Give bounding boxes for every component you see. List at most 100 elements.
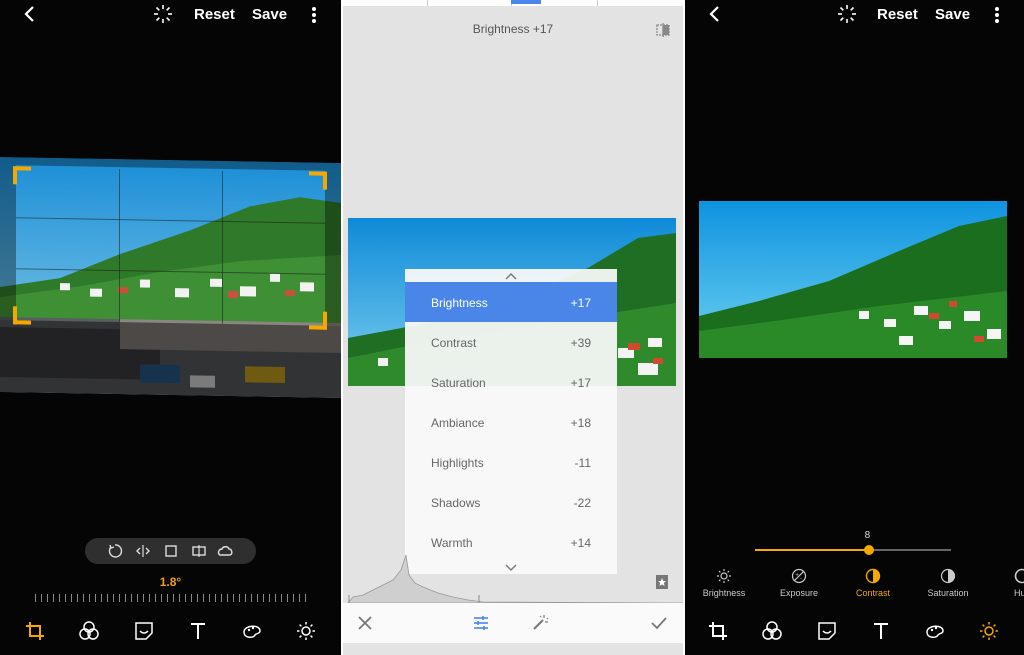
ruler-tick <box>167 594 168 602</box>
rotate-icon[interactable] <box>107 543 123 559</box>
save-button[interactable]: Save <box>935 6 970 23</box>
slider-thumb[interactable] <box>863 545 874 555</box>
photo-preview <box>699 201 1007 358</box>
adjust-icon[interactable] <box>978 620 1000 642</box>
auto-enhance-icon[interactable] <box>153 4 173 24</box>
adjust-option-hue[interactable]: Hu <box>988 568 1024 598</box>
adjustment-slider[interactable] <box>755 545 951 555</box>
sticker-icon[interactable] <box>133 620 155 642</box>
ruler-tick <box>305 594 306 602</box>
crop-overlay <box>325 170 341 326</box>
saturation-icon <box>940 568 956 584</box>
grid-line <box>119 169 120 323</box>
auto-enhance-icon[interactable] <box>837 4 857 24</box>
bottom-action-bar <box>343 603 683 643</box>
back-icon[interactable] <box>707 4 723 24</box>
adjust-option-contrast[interactable]: Contrast <box>838 568 908 598</box>
rotation-angle: 1.8° <box>159 575 182 589</box>
ruler-tick <box>293 594 294 602</box>
exposure-icon: +- <box>791 568 807 584</box>
reset-button[interactable]: Reset <box>877 6 918 23</box>
chevron-up-icon[interactable] <box>501 271 521 281</box>
crop-handle-top-right[interactable] <box>309 171 327 190</box>
bookmark-icon[interactable] <box>655 574 669 590</box>
close-icon[interactable] <box>356 614 374 632</box>
menu-item-label: Shadows <box>431 496 481 510</box>
menu-item-contrast[interactable]: Contrast +39 <box>405 322 617 362</box>
menu-item-label: Highlights <box>431 456 484 470</box>
adjust-screen: Reset Save 8 Brightness + - Exposure Cont… <box>685 0 1024 655</box>
photo-crop-area[interactable] <box>0 157 341 398</box>
crop-handle-bottom-left[interactable] <box>13 306 31 325</box>
ruler-tick <box>203 594 204 602</box>
histogram <box>347 554 683 604</box>
more-options-icon[interactable] <box>309 5 319 25</box>
more-options-icon[interactable] <box>992 5 1002 25</box>
menu-item-label: Saturation <box>431 376 486 390</box>
ruler-tick <box>83 594 84 602</box>
ruler-tick <box>251 594 252 602</box>
ruler-tick <box>197 594 198 602</box>
text-icon[interactable] <box>870 620 892 642</box>
filters-icon[interactable] <box>761 620 783 642</box>
crop-overlay <box>0 165 16 321</box>
ruler-tick <box>269 594 270 602</box>
crop-icon[interactable] <box>24 620 46 642</box>
tab-separator <box>427 0 428 6</box>
menu-item-value: +17 <box>570 296 591 310</box>
ruler-tick <box>59 594 60 602</box>
crop-handle-bottom-right[interactable] <box>309 311 327 330</box>
adjust-icon[interactable] <box>295 620 317 642</box>
ruler-tick <box>221 594 222 602</box>
menu-item-label: Ambiance <box>431 416 485 430</box>
menu-item-brightness[interactable]: Brightness +17 <box>405 282 617 322</box>
ruler-tick <box>173 594 174 602</box>
adjust-option-saturation[interactable]: Saturation <box>913 568 983 598</box>
tune-icon[interactable] <box>472 614 490 632</box>
adjustment-status: Brightness +17 <box>472 22 554 36</box>
menu-item-value: -22 <box>573 496 591 510</box>
lasso-icon[interactable] <box>217 543 233 559</box>
menu-item-ambiance[interactable]: Ambiance +18 <box>405 402 617 442</box>
ruler-tick <box>227 594 228 602</box>
tab-strip <box>343 0 683 6</box>
ruler-tick <box>107 594 108 602</box>
crop-screen: Reset Save 1.8° <box>0 0 341 655</box>
save-button[interactable]: Save <box>252 6 287 23</box>
adjust-option-label: Brightness <box>702 588 746 598</box>
compare-icon[interactable] <box>655 22 671 38</box>
crop-handle-top-left[interactable] <box>13 166 31 185</box>
filters-icon[interactable] <box>78 620 100 642</box>
menu-item-shadows[interactable]: Shadows -22 <box>405 482 617 522</box>
menu-item-value: +18 <box>570 416 591 430</box>
panel-footer <box>343 643 683 655</box>
check-icon[interactable] <box>650 614 668 632</box>
crop-tools <box>85 538 256 564</box>
ruler-tick <box>149 594 150 602</box>
ruler-tick <box>245 594 246 602</box>
sun-icon <box>717 569 731 583</box>
brush-icon[interactable] <box>241 620 263 642</box>
adjust-option-label: Contrast <box>855 588 890 598</box>
adjust-option-brightness[interactable]: Brightness <box>689 568 759 598</box>
ruler-tick <box>287 594 288 602</box>
brush-icon[interactable] <box>924 620 946 642</box>
rotation-ruler[interactable] <box>35 592 306 604</box>
menu-item-highlights[interactable]: Highlights -11 <box>405 442 617 482</box>
ruler-tick <box>137 594 138 602</box>
magic-wand-icon[interactable] <box>531 614 549 632</box>
aspect-ratio-icon[interactable] <box>163 543 179 559</box>
adjust-option-exposure[interactable]: + - Exposure <box>764 568 834 598</box>
slider-fill <box>755 549 869 551</box>
free-crop-icon[interactable] <box>191 543 207 559</box>
ruler-tick <box>113 594 114 602</box>
ruler-tick <box>89 594 90 602</box>
reset-button[interactable]: Reset <box>194 6 235 23</box>
sticker-icon[interactable] <box>816 620 838 642</box>
ruler-tick <box>131 594 132 602</box>
flip-icon[interactable] <box>135 543 151 559</box>
menu-item-saturation[interactable]: Saturation +17 <box>405 362 617 402</box>
back-icon[interactable] <box>22 4 38 24</box>
text-icon[interactable] <box>187 620 209 642</box>
crop-icon[interactable] <box>707 620 729 642</box>
